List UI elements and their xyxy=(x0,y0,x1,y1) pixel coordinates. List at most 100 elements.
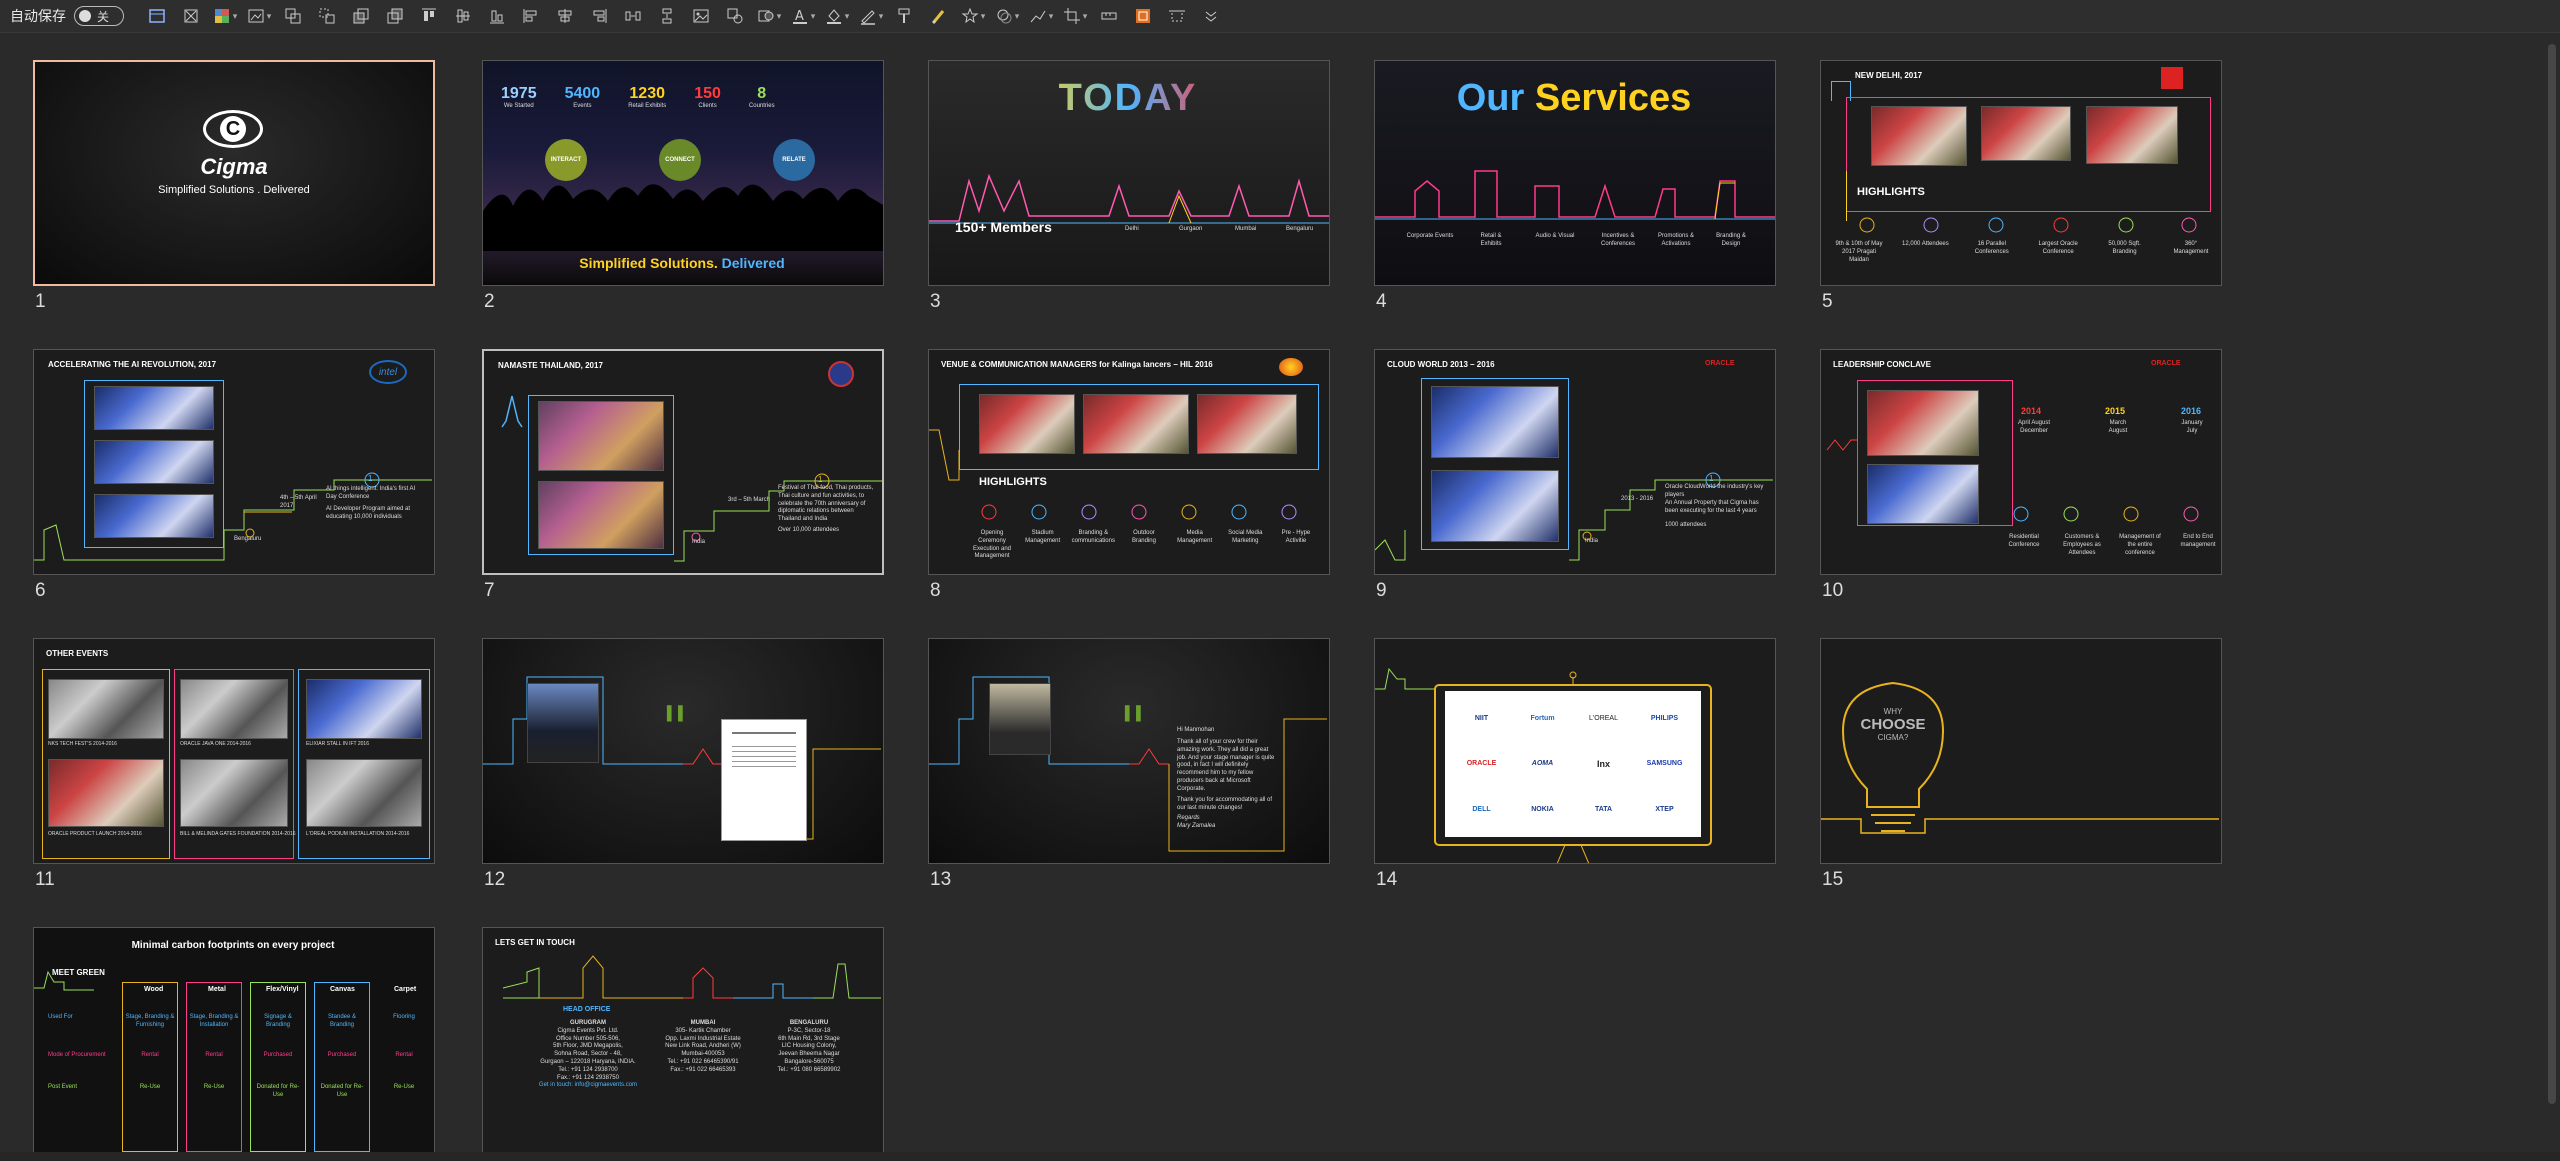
conclave-item: Residential Conference xyxy=(2008,534,2040,548)
fill-color-icon[interactable] xyxy=(822,3,852,29)
service-promotions: Promotions & Activations xyxy=(1657,233,1694,247)
svg-text:": " xyxy=(661,694,689,764)
slide-thumb-8[interactable]: VENUE & COMMUNICATION MANAGERS for Kalin… xyxy=(928,349,1330,602)
meet-green-label: MEET GREEN xyxy=(52,968,105,977)
align-center-icon[interactable] xyxy=(550,3,580,29)
align-top-icon[interactable] xyxy=(414,3,444,29)
distribute-vertical-icon[interactable] xyxy=(652,3,682,29)
background-icon[interactable] xyxy=(244,3,274,29)
grid-snap-icon[interactable] xyxy=(1162,3,1192,29)
slide-thumb-3[interactable]: TODAY 150+ Members Delhi Gurgaon Mumbai … xyxy=(928,60,1330,313)
oracle-logo: ORACLE xyxy=(1705,360,1735,367)
stat-value: 1230 xyxy=(629,85,665,102)
event-photo xyxy=(180,679,288,739)
slide-12[interactable]: " xyxy=(482,638,884,864)
client-logo: NOKIA xyxy=(1531,805,1554,813)
line-color-icon[interactable] xyxy=(856,3,886,29)
slide-layout-icon[interactable] xyxy=(142,3,172,29)
slide-16[interactable]: Minimal carbon footprints on every proje… xyxy=(33,927,435,1152)
cell: Stage, Branding & Installation xyxy=(189,1014,239,1028)
ungroup-icon[interactable] xyxy=(312,3,342,29)
align-middle-icon[interactable] xyxy=(448,3,478,29)
slide-thumb-10[interactable]: LEADERSHIP CONCLAVE ORACLE 2014 April Au… xyxy=(1820,349,2222,602)
chart-icon[interactable] xyxy=(1026,3,1056,29)
slide-number: 8 xyxy=(930,580,941,601)
distribute-horizontal-icon[interactable] xyxy=(618,3,648,29)
client-logo: DELL xyxy=(1472,805,1491,813)
ruler-icon[interactable] xyxy=(1094,3,1124,29)
slide-thumb-12[interactable]: " 12 xyxy=(482,638,884,891)
slide-thumb-9[interactable]: CLOUD WORLD 2013 – 2016 ORACLE 1 2013 - … xyxy=(1374,349,1776,602)
why-choose-text: WHY CHOOSE CIGMA? xyxy=(1843,707,1943,742)
event-photo xyxy=(1871,106,1967,166)
office-email[interactable]: Get in touch: info@cigmaevents.com xyxy=(533,1082,643,1090)
align-right-icon[interactable] xyxy=(584,3,614,29)
slide-2[interactable]: 1975 We Started 5400 Events 1230 Retail Exh… xyxy=(482,60,884,286)
slide-thumb-11[interactable]: OTHER EVENTS NKS TECH FEST'S 2014-2016 O… xyxy=(33,638,435,891)
slide-5[interactable]: NEW DELHI, 2017 HIGHLIGHTS 9th & 10th of… xyxy=(1820,60,2222,286)
slide-14[interactable]: NIIT Fortum L'OREAL PHILIPS ORACLE AOMA … xyxy=(1374,638,1776,864)
client-logo: ORACLE xyxy=(1466,760,1497,768)
slide-11[interactable]: OTHER EVENTS NKS TECH FEST'S 2014-2016 O… xyxy=(33,638,435,864)
conclave-items: Residential Conference Customers & Emplo… xyxy=(2001,534,2221,557)
align-bottom-icon[interactable] xyxy=(482,3,512,29)
stat-label: Countries xyxy=(748,103,775,109)
highlight-item: Branding & communications xyxy=(1071,530,1115,544)
slide-15[interactable]: WHY CHOOSE CIGMA? xyxy=(1820,638,2222,864)
slide-4[interactable]: Our Services Corporate Events Retail & E… xyxy=(1374,60,1776,286)
more-options-icon[interactable] xyxy=(1196,3,1226,29)
office-line: Opp. Laxmi Industrial Estate xyxy=(665,1035,741,1042)
insert-image-icon[interactable] xyxy=(686,3,716,29)
theme-color-icon[interactable] xyxy=(210,3,240,29)
service-corporate: Corporate Events xyxy=(1406,233,1454,239)
year-2015-months: March August xyxy=(2108,420,2128,434)
group-icon[interactable] xyxy=(278,3,308,29)
steps-line xyxy=(34,472,432,561)
format-paint-icon[interactable] xyxy=(890,3,920,29)
insert-shape-icon[interactable] xyxy=(720,3,750,29)
slide-10[interactable]: LEADERSHIP CONCLAVE ORACLE 2014 April Au… xyxy=(1820,349,2222,575)
font-color-icon[interactable]: A xyxy=(788,3,818,29)
crop-icon[interactable] xyxy=(1060,3,1090,29)
slide-thumb-17[interactable]: LETS GET IN TOUCH HEAD OFFICE GURUGRAM C… xyxy=(482,927,884,1152)
autosave-toggle[interactable]: 关 xyxy=(74,6,124,26)
slide-9[interactable]: CLOUD WORLD 2013 – 2016 ORACLE 1 2013 - … xyxy=(1374,349,1776,575)
bring-forward-icon[interactable] xyxy=(346,3,376,29)
select-pane-icon[interactable] xyxy=(1128,3,1158,29)
slide-thumb-2[interactable]: 1975 We Started 5400 Events 1230 Retail Exh… xyxy=(482,60,884,313)
vertical-scrollbar[interactable] xyxy=(2545,34,2560,1152)
slide-number: 12 xyxy=(484,869,506,890)
scrollbar-thumb[interactable] xyxy=(2548,44,2556,1104)
align-left-icon[interactable] xyxy=(516,3,546,29)
slide-thumb-4[interactable]: Our Services Corporate Events Retail & E… xyxy=(1374,60,1776,313)
slide-thumb-14[interactable]: NIIT Fortum L'OREAL PHILIPS ORACLE AOMA … xyxy=(1374,638,1776,891)
stat-label: Clients xyxy=(698,103,717,109)
send-backward-icon[interactable] xyxy=(380,3,410,29)
slide-number: 9 xyxy=(1376,580,1387,601)
slide-1[interactable]: C Cigma Simplified Solutions . Delivered xyxy=(33,60,435,286)
slide-thumb-6[interactable]: ACCELERATING THE AI REVOLUTION, 2017 int… xyxy=(33,349,435,602)
slide-thumb-7[interactable]: NAMASTE THAILAND, 2017 1 3rd – 5th March… xyxy=(482,349,884,602)
slide-thumb-5[interactable]: NEW DELHI, 2017 HIGHLIGHTS 9th & 10th of… xyxy=(1820,60,2222,313)
slide-6[interactable]: ACCELERATING THE AI REVOLUTION, 2017 int… xyxy=(33,349,435,575)
stat: 5400 Events xyxy=(565,85,601,109)
slide-17[interactable]: LETS GET IN TOUCH HEAD OFFICE GURUGRAM C… xyxy=(482,927,884,1152)
format-brush-icon[interactable] xyxy=(924,3,954,29)
highlights-items: 9th & 10th of May 2017 Pragati Maidan 12… xyxy=(1835,241,2215,264)
slide-thumb-13[interactable]: " Hi Manmohan Thank all of your crew for… xyxy=(928,638,1330,891)
slide-7[interactable]: NAMASTE THAILAND, 2017 1 3rd – 5th March… xyxy=(482,349,884,575)
event-photo xyxy=(306,679,422,739)
highlight-item: Stadium Management xyxy=(1025,530,1061,544)
effects-icon[interactable] xyxy=(958,3,988,29)
slide-8[interactable]: VENUE & COMMUNICATION MANAGERS for Kalin… xyxy=(928,349,1330,575)
shadow-icon[interactable] xyxy=(992,3,1022,29)
arrange-icon[interactable] xyxy=(754,3,784,29)
slide-3[interactable]: TODAY 150+ Members Delhi Gurgaon Mumbai … xyxy=(928,60,1330,286)
delete-slide-icon[interactable] xyxy=(176,3,206,29)
slide-number: 4 xyxy=(1376,291,1387,312)
slide-thumb-16[interactable]: Minimal carbon footprints on every proje… xyxy=(33,927,435,1152)
slide-13[interactable]: " Hi Manmohan Thank all of your crew for… xyxy=(928,638,1330,864)
slide-thumb-1[interactable]: C Cigma Simplified Solutions . Delivered… xyxy=(33,60,435,313)
svg-text:A: A xyxy=(795,9,804,24)
slide-thumb-15[interactable]: WHY CHOOSE CIGMA? 15 xyxy=(1820,638,2222,891)
